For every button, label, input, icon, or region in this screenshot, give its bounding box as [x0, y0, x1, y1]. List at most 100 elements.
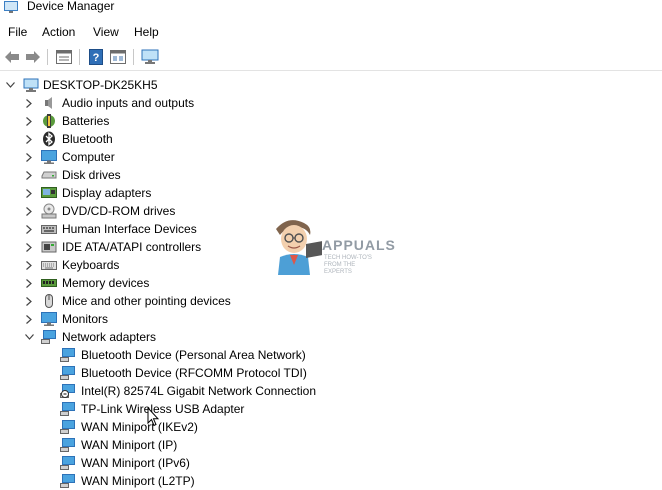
tree-item-label: Audio inputs and outputs	[62, 96, 195, 110]
forward-button[interactable]	[24, 48, 42, 66]
dvd-drive-icon	[41, 203, 57, 219]
network-adapter-item[interactable]: WAN Miniport (IKEv2)	[0, 418, 320, 436]
properties-button[interactable]	[55, 48, 73, 66]
back-button[interactable]	[3, 48, 21, 66]
network-adapter-icon	[60, 474, 75, 488]
tree-item-ide-controllers[interactable]: IDE ATA/ATAPI controllers	[0, 238, 300, 256]
tree-item-label: Mice and other pointing devices	[62, 294, 231, 308]
expand-chevron-icon[interactable]	[24, 292, 34, 310]
expand-chevron-icon[interactable]	[24, 148, 34, 166]
tree-item-memory-devices[interactable]: Memory devices	[0, 274, 300, 292]
collapse-chevron-icon[interactable]	[24, 328, 34, 346]
tree-item-display-adapters[interactable]: Display adapters	[0, 184, 300, 202]
tree-item-label: Computer	[62, 150, 115, 164]
toolbar-separator	[133, 49, 134, 65]
appuals-mascot-logo	[276, 220, 322, 275]
device-tree[interactable]: DESKTOP-DK25KH5 Audio inputs and outputs…	[0, 76, 662, 490]
watermark-brand: APPUALS	[322, 237, 396, 253]
show-hidden-icon	[110, 50, 126, 64]
tree-item-keyboards[interactable]: Keyboards	[0, 256, 300, 274]
network-adapter-item[interactable]: Bluetooth Device (RFCOMM Protocol TDI)	[0, 364, 320, 382]
network-adapter-label: WAN Miniport (IP)	[81, 438, 178, 452]
network-adapter-item[interactable]: Intel(R) 82574L Gigabit Network Connecti…	[0, 382, 330, 400]
tree-item-label: Network adapters	[62, 330, 157, 344]
ide-controller-icon	[41, 241, 57, 253]
tree-item-audio[interactable]: Audio inputs and outputs	[0, 94, 300, 112]
expand-chevron-icon[interactable]	[24, 94, 34, 112]
network-adapter-item[interactable]: WAN Miniport (IP)	[0, 436, 320, 454]
computer-icon	[23, 78, 39, 92]
network-adapter-item[interactable]: WAN Miniport (L2TP)	[0, 472, 320, 490]
svg-text:?: ?	[93, 52, 100, 64]
network-adapter-label: WAN Miniport (IPv6)	[81, 456, 190, 470]
toolbar-separator	[47, 49, 48, 65]
tree-item-batteries[interactable]: Batteries	[0, 112, 300, 130]
expand-chevron-icon[interactable]	[24, 256, 34, 274]
tree-item-mice[interactable]: Mice and other pointing devices	[0, 292, 300, 310]
window-title: Device Manager	[27, 0, 115, 13]
help-button[interactable]: ?	[87, 48, 105, 66]
menu-view[interactable]: View	[93, 22, 119, 42]
expand-chevron-icon[interactable]	[24, 184, 34, 202]
network-adapter-item[interactable]: WAN Miniport (IPv6)	[0, 454, 320, 472]
network-adapter-item[interactable]: Bluetooth Device (Personal Area Network)	[0, 346, 320, 364]
appuals-watermark: APPUALS TECH HOW-TO'S FROM THE EXPERTS	[266, 215, 396, 275]
tree-item-label: Human Interface Devices	[62, 222, 197, 236]
expand-chevron-icon[interactable]	[24, 238, 34, 256]
help-icon: ?	[89, 49, 103, 65]
tree-item-label: Display adapters	[62, 186, 152, 200]
tree-item-label: Monitors	[62, 312, 109, 326]
tree-item-computer[interactable]: Computer	[0, 148, 300, 166]
network-adapter-icon	[60, 420, 75, 434]
network-adapter-label: Bluetooth Device (RFCOMM Protocol TDI)	[81, 366, 307, 380]
tree-item-network-adapters[interactable]: Network adapters	[0, 328, 300, 346]
watermark-tagline: TECH HOW-TO'S FROM THE EXPERTS	[324, 255, 372, 275]
collapse-chevron-icon[interactable]	[5, 76, 15, 94]
display-adapter-icon	[41, 187, 57, 198]
network-adapter-item[interactable]: TP-Link Wireless USB Adapter	[0, 400, 320, 418]
network-adapter-icon	[41, 330, 56, 344]
menu-bar: File Action View Help	[0, 22, 662, 42]
tree-item-label: Disk drives	[62, 168, 121, 182]
network-adapter-label: WAN Miniport (L2TP)	[81, 474, 195, 488]
expand-chevron-icon[interactable]	[24, 112, 34, 130]
network-adapter-icon	[60, 348, 75, 362]
back-arrow-icon	[5, 51, 19, 63]
tree-item-label: Batteries	[62, 114, 110, 128]
toolbar: ?	[0, 45, 662, 71]
expand-chevron-icon[interactable]	[24, 274, 34, 292]
tree-item-label: Memory devices	[62, 276, 150, 290]
battery-icon	[43, 114, 55, 128]
monitor-icon	[41, 312, 57, 326]
expand-chevron-icon[interactable]	[24, 220, 34, 238]
menu-action[interactable]: Action	[42, 22, 75, 42]
tree-item-monitors[interactable]: Monitors	[0, 310, 300, 328]
menu-file[interactable]: File	[8, 22, 27, 42]
expand-chevron-icon[interactable]	[24, 202, 34, 220]
expand-chevron-icon[interactable]	[24, 166, 34, 184]
scan-hardware-button[interactable]	[141, 48, 159, 66]
keyboard-icon	[41, 261, 57, 270]
tree-item-dvd-drives[interactable]: DVD/CD-ROM drives	[0, 202, 300, 220]
tree-item-label: IDE ATA/ATAPI controllers	[62, 240, 202, 254]
network-adapter-label: WAN Miniport (IKEv2)	[81, 420, 198, 434]
tree-root[interactable]: DESKTOP-DK25KH5	[0, 76, 300, 94]
expand-chevron-icon[interactable]	[24, 310, 34, 328]
computer-name: DESKTOP-DK25KH5	[43, 78, 158, 92]
menu-help[interactable]: Help	[134, 22, 159, 42]
memory-icon	[41, 279, 57, 287]
tree-item-hid[interactable]: Human Interface Devices	[0, 220, 300, 238]
network-adapter-label: Bluetooth Device (Personal Area Network)	[81, 348, 306, 362]
disk-drive-icon	[41, 171, 57, 179]
tree-item-label: DVD/CD-ROM drives	[62, 204, 176, 218]
tree-item-bluetooth[interactable]: Bluetooth	[0, 130, 300, 148]
properties-icon	[56, 50, 72, 64]
expand-chevron-icon[interactable]	[24, 130, 34, 148]
show-hidden-button[interactable]	[109, 48, 127, 66]
network-adapter-icon	[60, 402, 75, 416]
speaker-icon	[45, 97, 52, 109]
tree-item-disk-drives[interactable]: Disk drives	[0, 166, 300, 184]
toolbar-separator	[79, 49, 80, 65]
computer-icon	[41, 150, 57, 164]
device-manager-icon	[4, 1, 18, 13]
